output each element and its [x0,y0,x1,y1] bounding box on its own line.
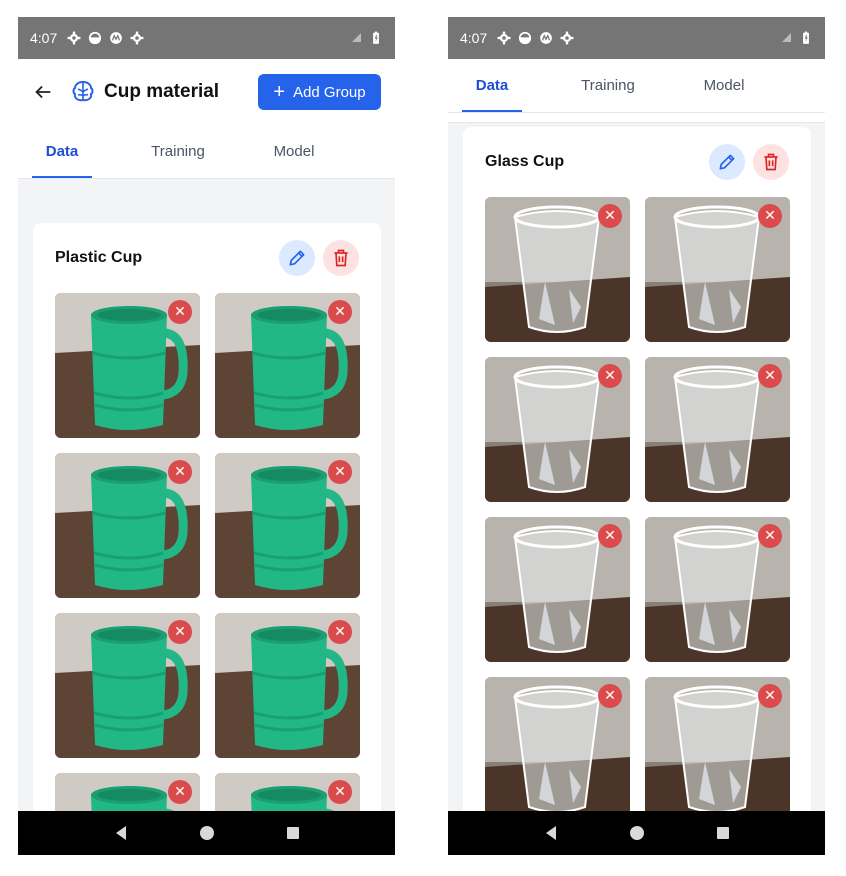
pencil-icon [287,248,307,268]
signal-icon [351,32,363,44]
image-thumbnail[interactable]: ✕ [55,293,200,438]
remove-image-button[interactable]: ✕ [598,684,622,708]
tab-bar: Data Training Model [18,125,395,179]
sync-icon [88,31,102,45]
nav-recents-icon[interactable] [286,826,300,840]
tab-data[interactable]: Data [462,59,522,112]
edit-group-button[interactable] [279,240,315,276]
phone-screen-right: 4:07 Data Training Model Glass Cup ✕ ✕ ✕… [448,17,825,855]
status-bar: 4:07 [18,17,395,59]
nav-home-icon[interactable] [199,825,215,841]
remove-image-button[interactable]: ✕ [758,684,782,708]
image-thumbnail[interactable]: ✕ [645,677,790,822]
settings-icon [67,31,81,45]
tab-training[interactable]: Training [138,125,218,178]
trash-icon [331,248,351,268]
nav-back-icon[interactable] [543,825,559,841]
nav-back-icon[interactable] [113,825,129,841]
battery-icon [369,31,383,45]
scroll-edge [448,113,825,123]
image-thumbnail[interactable]: ✕ [215,293,360,438]
remove-image-button[interactable]: ✕ [328,460,352,484]
tab-model[interactable]: Model [264,125,324,178]
nav-home-icon[interactable] [629,825,645,841]
page-title: Cup material [104,81,220,102]
plus-icon: + [273,81,286,103]
motorola-icon [539,31,553,45]
remove-image-button[interactable]: ✕ [328,780,352,804]
sync-icon [518,31,532,45]
remove-image-button[interactable]: ✕ [598,204,622,228]
phone-screen-left: 4:07 Cup material + Add Group Data Train… [18,17,395,855]
trash-icon [761,152,781,172]
tab-data[interactable]: Data [32,125,92,178]
status-time: 4:07 [30,30,58,46]
image-thumbnail[interactable]: ✕ [645,517,790,662]
settings-icon [130,31,144,45]
group-card: Plastic Cup ✕ ✕ ✕ ✕ ✕ ✕ ✕ ✕ [33,223,381,823]
image-thumbnail[interactable]: ✕ [485,197,630,342]
group-card: Glass Cup ✕ ✕ ✕ ✕ ✕ ✕ ✕ ✕ [463,127,811,827]
image-thumbnail[interactable]: ✕ [55,613,200,758]
delete-group-button[interactable] [753,144,789,180]
battery-icon [799,31,813,45]
tab-training[interactable]: Training [568,59,648,112]
image-thumbnail[interactable]: ✕ [485,357,630,502]
remove-image-button[interactable]: ✕ [758,364,782,388]
remove-image-button[interactable]: ✕ [758,524,782,548]
status-bar: 4:07 [448,17,825,59]
remove-image-button[interactable]: ✕ [168,780,192,804]
remove-image-button[interactable]: ✕ [598,364,622,388]
remove-image-button[interactable]: ✕ [758,204,782,228]
image-grid: ✕ ✕ ✕ ✕ ✕ ✕ ✕ ✕ [485,197,789,822]
remove-image-button[interactable]: ✕ [328,620,352,644]
system-nav-bar [448,811,825,855]
add-group-button[interactable]: + Add Group [258,74,381,110]
tab-bar: Data Training Model [448,59,825,113]
group-name: Glass Cup [485,153,565,170]
image-grid: ✕ ✕ ✕ ✕ ✕ ✕ ✕ ✕ [55,293,359,855]
system-nav-bar [18,811,395,855]
app-bar: Cup material + Add Group [18,59,395,125]
image-thumbnail[interactable]: ✕ [645,357,790,502]
tab-data-label: Data [45,143,79,160]
group-name: Plastic Cup [55,249,143,266]
image-thumbnail[interactable]: ✕ [215,613,360,758]
delete-group-button[interactable] [323,240,359,276]
tab-data-label: Data [475,77,509,94]
image-thumbnail[interactable]: ✕ [485,517,630,662]
image-thumbnail[interactable]: ✕ [55,453,200,598]
back-arrow-icon[interactable] [32,81,54,103]
tab-training-label: Training [151,143,205,160]
signal-icon [781,32,793,44]
image-thumbnail[interactable]: ✕ [645,197,790,342]
pencil-icon [717,152,737,172]
edit-group-button[interactable] [709,144,745,180]
nav-recents-icon[interactable] [716,826,730,840]
remove-image-button[interactable]: ✕ [598,524,622,548]
remove-image-button[interactable]: ✕ [168,620,192,644]
tab-model-label: Model [703,77,745,94]
tab-model-label: Model [273,143,315,160]
group-card-header: Plastic Cup [55,223,359,293]
remove-image-button[interactable]: ✕ [168,460,192,484]
settings-icon [497,31,511,45]
image-thumbnail[interactable]: ✕ [215,453,360,598]
remove-image-button[interactable]: ✕ [168,300,192,324]
brain-icon [72,80,94,102]
status-time: 4:07 [460,30,488,46]
settings-icon [560,31,574,45]
remove-image-button[interactable]: ✕ [328,300,352,324]
group-card-header: Glass Cup [485,127,789,197]
tab-model[interactable]: Model [694,59,754,112]
motorola-icon [109,31,123,45]
tab-training-label: Training [581,77,635,94]
add-group-label: Add Group [293,83,366,101]
image-thumbnail[interactable]: ✕ [485,677,630,822]
